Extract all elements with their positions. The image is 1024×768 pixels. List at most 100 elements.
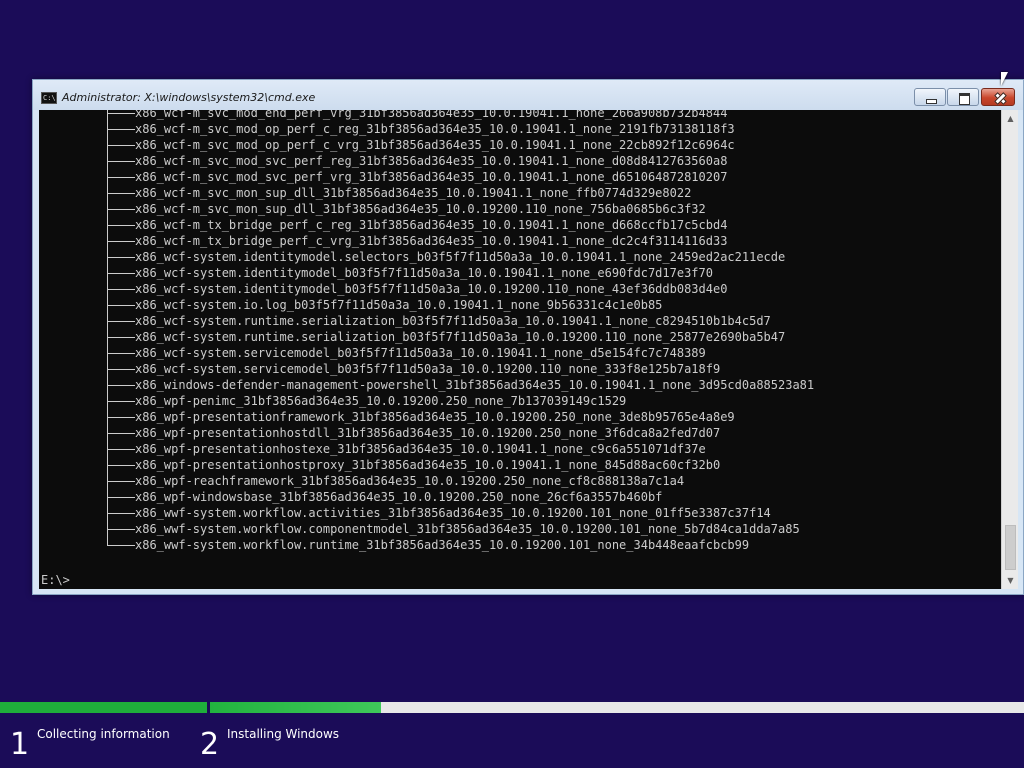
- cmd-window[interactable]: C:\ Administrator: X:\windows\system32\c…: [32, 79, 1024, 595]
- scroll-up-icon[interactable]: ▲: [1002, 110, 1019, 127]
- console-line-text: x86_wcf-system.identitymodel_b03f5f7f11d…: [135, 282, 728, 296]
- console-line: x86_wcf-system.identitymodel_b03f5f7f11d…: [105, 265, 814, 281]
- step-1-label: Collecting information: [37, 727, 170, 741]
- console-line: x86_wpf-presentationframework_31bf3856ad…: [105, 409, 814, 425]
- tree-branch-icon: [105, 393, 135, 409]
- console-line-text: x86_wpf-presentationframework_31bf3856ad…: [135, 410, 735, 424]
- console-line-text: x86_wcf-m_tx_bridge_perf_c_reg_31bf3856a…: [135, 218, 728, 232]
- step-2-label: Installing Windows: [227, 727, 340, 741]
- directory-tree: x86_wcf-m_svc_mod_end_perf_vrg_31bf3856a…: [105, 110, 814, 553]
- console-line-text: x86_wcf-system.servicemodel_b03f5f7f11d5…: [135, 346, 706, 360]
- console-line-text: x86_wcf-m_svc_mon_sup_dll_31bf3856ad364e…: [135, 186, 692, 200]
- console-line: x86_wpf-presentationhostproxy_31bf3856ad…: [105, 457, 814, 473]
- console-line-text: x86_wcf-m_svc_mod_end_perf_vrg_31bf3856a…: [135, 110, 728, 120]
- tree-branch-icon: [105, 537, 135, 553]
- tree-branch-icon: [105, 297, 135, 313]
- console-line-text: x86_wcf-m_svc_mod_op_perf_c_reg_31bf3856…: [135, 122, 735, 136]
- console-line-text: x86_wcf-system.servicemodel_b03f5f7f11d5…: [135, 362, 721, 376]
- maximize-button[interactable]: [947, 88, 979, 106]
- setup-progress-bar: [0, 702, 1024, 713]
- console-line: x86_wwf-system.workflow.activities_31bf3…: [105, 505, 814, 521]
- console-line-text: x86_wcf-system.identitymodel_b03f5f7f11d…: [135, 266, 713, 280]
- console-line-text: x86_wcf-system.runtime.serialization_b03…: [135, 330, 786, 344]
- tree-branch-icon: [105, 345, 135, 361]
- scroll-thumb[interactable]: [1005, 525, 1016, 570]
- tree-branch-icon: [105, 425, 135, 441]
- console-line-text: x86_wpf-presentationhostexe_31bf3856ad36…: [135, 442, 706, 456]
- tree-branch-icon: [105, 169, 135, 185]
- tree-branch-icon: [105, 361, 135, 377]
- console-line: x86_wpf-reachframework_31bf3856ad364e35_…: [105, 473, 814, 489]
- console-line-text: x86_wcf-m_svc_mod_svc_perf_vrg_31bf3856a…: [135, 170, 728, 184]
- console-line-text: x86_wcf-m_svc_mod_op_perf_c_vrg_31bf3856…: [135, 138, 735, 152]
- tree-branch-icon: [105, 185, 135, 201]
- console-line: x86_wcf-m_svc_mod_op_perf_c_reg_31bf3856…: [105, 121, 814, 137]
- tree-branch-icon: [105, 121, 135, 137]
- tree-branch-icon: [105, 505, 135, 521]
- step-1-number: 1: [10, 727, 30, 762]
- console-line-text: x86_wpf-presentationhostdll_31bf3856ad36…: [135, 426, 721, 440]
- tree-branch-icon: [105, 217, 135, 233]
- console-line: x86_wpf-presentationhostdll_31bf3856ad36…: [105, 425, 814, 441]
- console-line: x86_wcf-system.identitymodel_b03f5f7f11d…: [105, 281, 814, 297]
- tree-branch-icon: [105, 110, 135, 121]
- console-line: x86_wcf-system.servicemodel_b03f5f7f11d5…: [105, 345, 814, 361]
- console-line-text: x86_windows-defender-management-powershe…: [135, 378, 815, 392]
- close-button[interactable]: [981, 88, 1015, 106]
- scroll-down-icon[interactable]: ▼: [1002, 572, 1019, 589]
- vertical-scrollbar[interactable]: ▲ ▼: [1001, 110, 1018, 589]
- cmd-icon[interactable]: C:\: [41, 92, 57, 104]
- tree-branch-icon: [105, 409, 135, 425]
- console-line: x86_wpf-penimc_31bf3856ad364e35_10.0.192…: [105, 393, 814, 409]
- console-line-text: x86_wwf-system.workflow.componentmodel_3…: [135, 522, 800, 536]
- console-line: x86_wpf-windowsbase_31bf3856ad364e35_10.…: [105, 489, 814, 505]
- console-line: x86_windows-defender-management-powershe…: [105, 377, 814, 393]
- console-line: x86_wcf-system.runtime.serialization_b03…: [105, 329, 814, 345]
- window-title: Administrator: X:\windows\system32\cmd.e…: [62, 91, 316, 104]
- console-line-text: x86_wpf-penimc_31bf3856ad364e35_10.0.192…: [135, 394, 627, 408]
- console-line: x86_wcf-m_tx_bridge_perf_c_reg_31bf3856a…: [105, 217, 814, 233]
- progress-step2-fill: [210, 702, 381, 713]
- progress-step1-fill: [0, 702, 207, 713]
- console-line: x86_wcf-system.runtime.serialization_b03…: [105, 313, 814, 329]
- tree-branch-icon: [105, 265, 135, 281]
- console-line: x86_wcf-m_svc_mod_op_perf_c_vrg_31bf3856…: [105, 137, 814, 153]
- console-line-text: x86_wwf-system.workflow.runtime_31bf3856…: [135, 538, 750, 552]
- console-line: x86_wpf-presentationhostexe_31bf3856ad36…: [105, 441, 814, 457]
- console-line: x86_wcf-m_svc_mon_sup_dll_31bf3856ad364e…: [105, 201, 814, 217]
- console-line-text: x86_wcf-system.io.log_b03f5f7f11d50a3a_1…: [135, 298, 663, 312]
- tree-branch-icon: [105, 281, 135, 297]
- console-line: x86_wcf-system.identitymodel.selectors_b…: [105, 249, 814, 265]
- console-line-text: x86_wpf-reachframework_31bf3856ad364e35_…: [135, 474, 685, 488]
- console-line: x86_wwf-system.workflow.runtime_31bf3856…: [105, 537, 814, 553]
- tree-branch-icon: [105, 489, 135, 505]
- tree-branch-icon: [105, 521, 135, 537]
- console-line: x86_wcf-m_svc_mod_svc_perf_vrg_31bf3856a…: [105, 169, 814, 185]
- console-line-text: x86_wcf-m_svc_mon_sup_dll_31bf3856ad364e…: [135, 202, 706, 216]
- console-line: x86_wcf-system.servicemodel_b03f5f7f11d5…: [105, 361, 814, 377]
- console-line-text: x86_wcf-system.runtime.serialization_b03…: [135, 314, 771, 328]
- mouse-pointer-icon: [1001, 72, 1008, 86]
- tree-branch-icon: [105, 313, 135, 329]
- console-line-text: x86_wcf-m_svc_mod_svc_perf_reg_31bf3856a…: [135, 154, 728, 168]
- tree-branch-icon: [105, 137, 135, 153]
- step-2-number: 2: [200, 727, 220, 762]
- tree-branch-icon: [105, 233, 135, 249]
- tree-branch-icon: [105, 329, 135, 345]
- console-line-text: x86_wwf-system.workflow.activities_31bf3…: [135, 506, 771, 520]
- tree-branch-icon: [105, 377, 135, 393]
- minimize-button[interactable]: [914, 88, 946, 106]
- console-line: x86_wcf-system.io.log_b03f5f7f11d50a3a_1…: [105, 297, 814, 313]
- console-line-text: x86_wcf-system.identitymodel.selectors_b…: [135, 250, 786, 264]
- tree-branch-icon: [105, 249, 135, 265]
- console-line: x86_wcf-m_svc_mod_svc_perf_reg_31bf3856a…: [105, 153, 814, 169]
- setup-steps: 1 Collecting information 2 Installing Wi…: [0, 713, 1024, 768]
- title-bar[interactable]: C:\ Administrator: X:\windows\system32\c…: [33, 80, 1023, 110]
- console-output[interactable]: x86_wcf-m_svc_mod_end_perf_vrg_31bf3856a…: [39, 110, 1001, 589]
- tree-branch-icon: [105, 457, 135, 473]
- command-prompt[interactable]: E:\>: [41, 572, 70, 588]
- console-line: x86_wcf-m_tx_bridge_perf_c_vrg_31bf3856a…: [105, 233, 814, 249]
- console-line: x86_wwf-system.workflow.componentmodel_3…: [105, 521, 814, 537]
- console-line-text: x86_wcf-m_tx_bridge_perf_c_vrg_31bf3856a…: [135, 234, 728, 248]
- tree-branch-icon: [105, 153, 135, 169]
